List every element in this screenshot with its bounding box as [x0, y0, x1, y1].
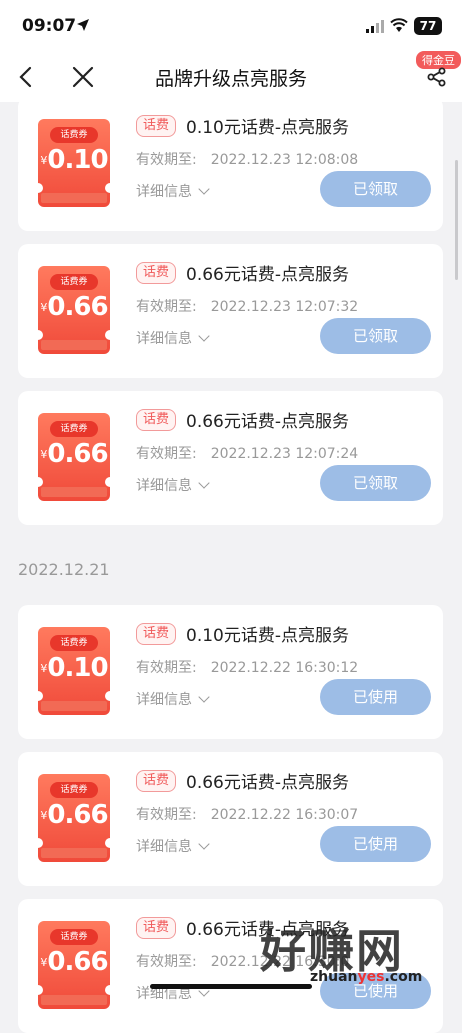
- category-pill: 话费: [136, 409, 177, 431]
- scrollbar[interactable]: [455, 160, 458, 280]
- nav-bar: 品牌升级点亮服务 得金豆: [0, 51, 462, 102]
- coupon-title: 0.10元话费-点亮服务: [186, 118, 349, 138]
- status-button[interactable]: 已使用: [320, 826, 431, 862]
- category-pill: 话费: [136, 917, 177, 939]
- home-indicator[interactable]: [150, 984, 312, 989]
- coupon-amount: ¥0.66: [40, 439, 108, 469]
- category-pill: 话费: [136, 115, 177, 137]
- coupon-card[interactable]: 话费券 ¥0.66 话费 0.66元话费-点亮服务 有效期至: 2022.12.2…: [18, 244, 443, 378]
- currency-symbol: ¥: [40, 301, 47, 314]
- currency-symbol: ¥: [40, 448, 47, 461]
- valid-until: 有效期至: 2022.12.22 16:30:07: [136, 807, 359, 823]
- signal-icon: [366, 20, 384, 33]
- coupon-title: 0.66元话费-点亮服务: [186, 265, 349, 285]
- currency-symbol: ¥: [40, 154, 47, 167]
- currency-symbol: ¥: [40, 809, 47, 822]
- coupon-card[interactable]: 话费券 ¥0.66 话费 0.66元话费-点亮服务 有效期至: 2022.12.2…: [18, 752, 443, 886]
- coupon-card[interactable]: 话费券 ¥0.66 话费 0.66元话费-点亮服务 有效期至: 2022.12.2…: [18, 391, 443, 525]
- chevron-down-icon: [198, 183, 210, 195]
- status-button[interactable]: 已使用: [320, 679, 431, 715]
- detail-toggle[interactable]: 详细信息: [136, 181, 210, 201]
- wifi-icon: [390, 18, 408, 32]
- share-icon[interactable]: [426, 66, 448, 88]
- coupon-tag: 话费券: [50, 127, 98, 143]
- valid-until: 有效期至: 2022.12.23 12:07:24: [136, 446, 359, 462]
- valid-until: 有效期至: 2022.12.23 12:08:08: [136, 152, 359, 168]
- watermark-url: zhuanyes.com: [310, 969, 423, 985]
- coupon-card[interactable]: 话费券 ¥0.10 话费 0.10元话费-点亮服务 有效期至: 2022.12.2…: [18, 605, 443, 739]
- coupon-amount: ¥0.66: [40, 947, 108, 977]
- coupon-amount: ¥0.66: [40, 292, 108, 322]
- coupon-ticket: 话费券 ¥0.66: [33, 921, 115, 1009]
- battery-icon: 77: [414, 17, 442, 35]
- coupon-amount: ¥0.10: [40, 653, 108, 683]
- status-time: 09:07: [22, 16, 77, 36]
- coupon-ticket: 话费券 ¥0.66: [33, 413, 115, 501]
- coupon-title: 0.10元话费-点亮服务: [186, 626, 349, 646]
- coupon-ticket: 话费券 ¥0.10: [33, 119, 115, 207]
- chevron-down-icon: [198, 838, 210, 850]
- watermark: 好赚网 zhuanyes.com: [260, 915, 460, 995]
- section-date-header: 2022.12.21: [18, 560, 110, 579]
- detail-toggle[interactable]: 详细信息: [136, 689, 210, 709]
- coupon-tag: 话费券: [50, 421, 98, 437]
- coupon-tag: 话费券: [50, 782, 98, 798]
- page-title: 品牌升级点亮服务: [154, 68, 307, 90]
- coupon-title: 0.66元话费-点亮服务: [186, 412, 349, 432]
- valid-until: 有效期至: 2022.12.22 16:30:12: [136, 660, 359, 676]
- valid-until: 有效期至: 2022.12.23 12:07:32: [136, 299, 359, 315]
- coupon-title: 0.66元话费-点亮服务: [186, 773, 349, 793]
- coupon-tag: 话费券: [50, 274, 98, 290]
- coupon-tag: 话费券: [50, 635, 98, 651]
- status-button[interactable]: 已领取: [320, 318, 431, 354]
- coupon-card[interactable]: 话费券 ¥0.10 话费 0.10元话费-点亮服务 有效期至: 2022.12.2…: [18, 97, 443, 231]
- coupon-ticket: 话费券 ¥0.10: [33, 627, 115, 715]
- status-button[interactable]: 已领取: [320, 465, 431, 501]
- chevron-down-icon: [198, 477, 210, 489]
- status-bar: 09:07 77: [0, 0, 462, 52]
- category-pill: 话费: [136, 623, 177, 645]
- coupon-tag: 话费券: [50, 929, 98, 945]
- currency-symbol: ¥: [40, 956, 47, 969]
- detail-toggle[interactable]: 详细信息: [136, 475, 210, 495]
- chevron-down-icon: [198, 330, 210, 342]
- category-pill: 话费: [136, 770, 177, 792]
- detail-toggle[interactable]: 详细信息: [136, 328, 210, 348]
- status-button[interactable]: 已领取: [320, 171, 431, 207]
- detail-toggle[interactable]: 详细信息: [136, 836, 210, 856]
- coupon-ticket: 话费券 ¥0.66: [33, 266, 115, 354]
- coupon-amount: ¥0.66: [40, 800, 108, 830]
- coupon-ticket: 话费券 ¥0.66: [33, 774, 115, 862]
- coupon-amount: ¥0.10: [40, 145, 108, 175]
- currency-symbol: ¥: [40, 662, 47, 675]
- chevron-down-icon: [198, 691, 210, 703]
- category-pill: 话费: [136, 262, 177, 284]
- location-arrow-icon: [77, 19, 89, 31]
